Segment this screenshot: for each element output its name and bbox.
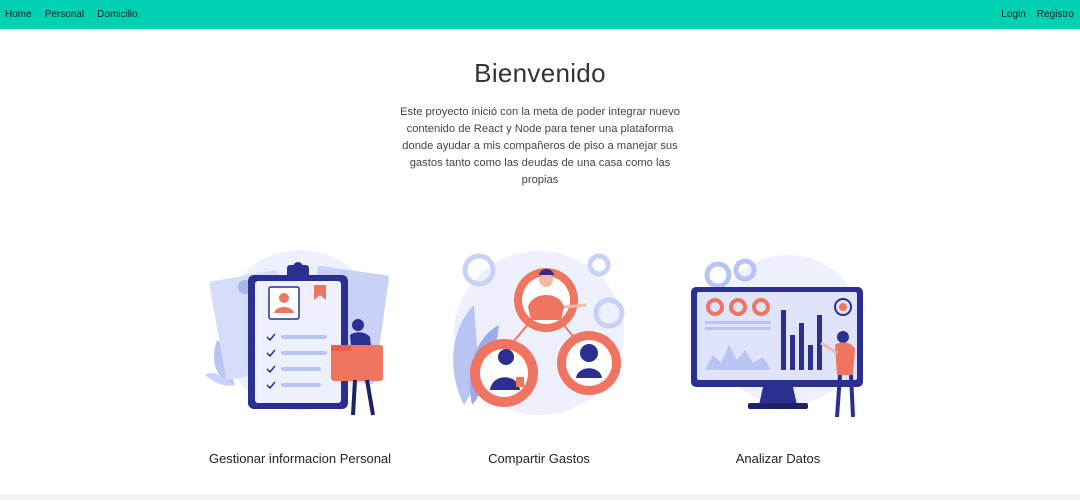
footer-strip [0, 494, 1080, 500]
nav-link-personal[interactable]: Personal [45, 9, 90, 20]
nav-right: Login Registro [990, 9, 1074, 20]
people-gears-illustration [453, 251, 625, 415]
nav-link-registro[interactable]: Registro [1037, 9, 1074, 20]
clipboard-profile-illustration [205, 250, 389, 416]
feature-label-personal: Gestionar informacion Personal [208, 451, 392, 466]
nav-link-home[interactable]: Home [5, 9, 38, 20]
page-title: Bienvenido [474, 58, 606, 88]
monitor-analytics-illustration [691, 255, 863, 418]
nav-link-login[interactable]: Login [1001, 9, 1025, 20]
intro-text: Este proyecto inició con la meta de pode… [400, 106, 680, 186]
nav-link-domicilio[interactable]: Domicilio [97, 9, 144, 20]
navbar: Home Personal Domicilio Login Registro [0, 0, 1080, 29]
nav-left: Home Personal Domicilio [5, 9, 151, 20]
feature-label-analytics: Analizar Datos [735, 451, 821, 466]
feature-analytics: Analizar Datos [683, 245, 873, 470]
feature-shared-expenses: Compartir Gastos [444, 245, 634, 470]
feature-personal: Gestionar informacion Personal [205, 245, 395, 470]
feature-label-shared-expenses: Compartir Gastos [488, 451, 590, 466]
